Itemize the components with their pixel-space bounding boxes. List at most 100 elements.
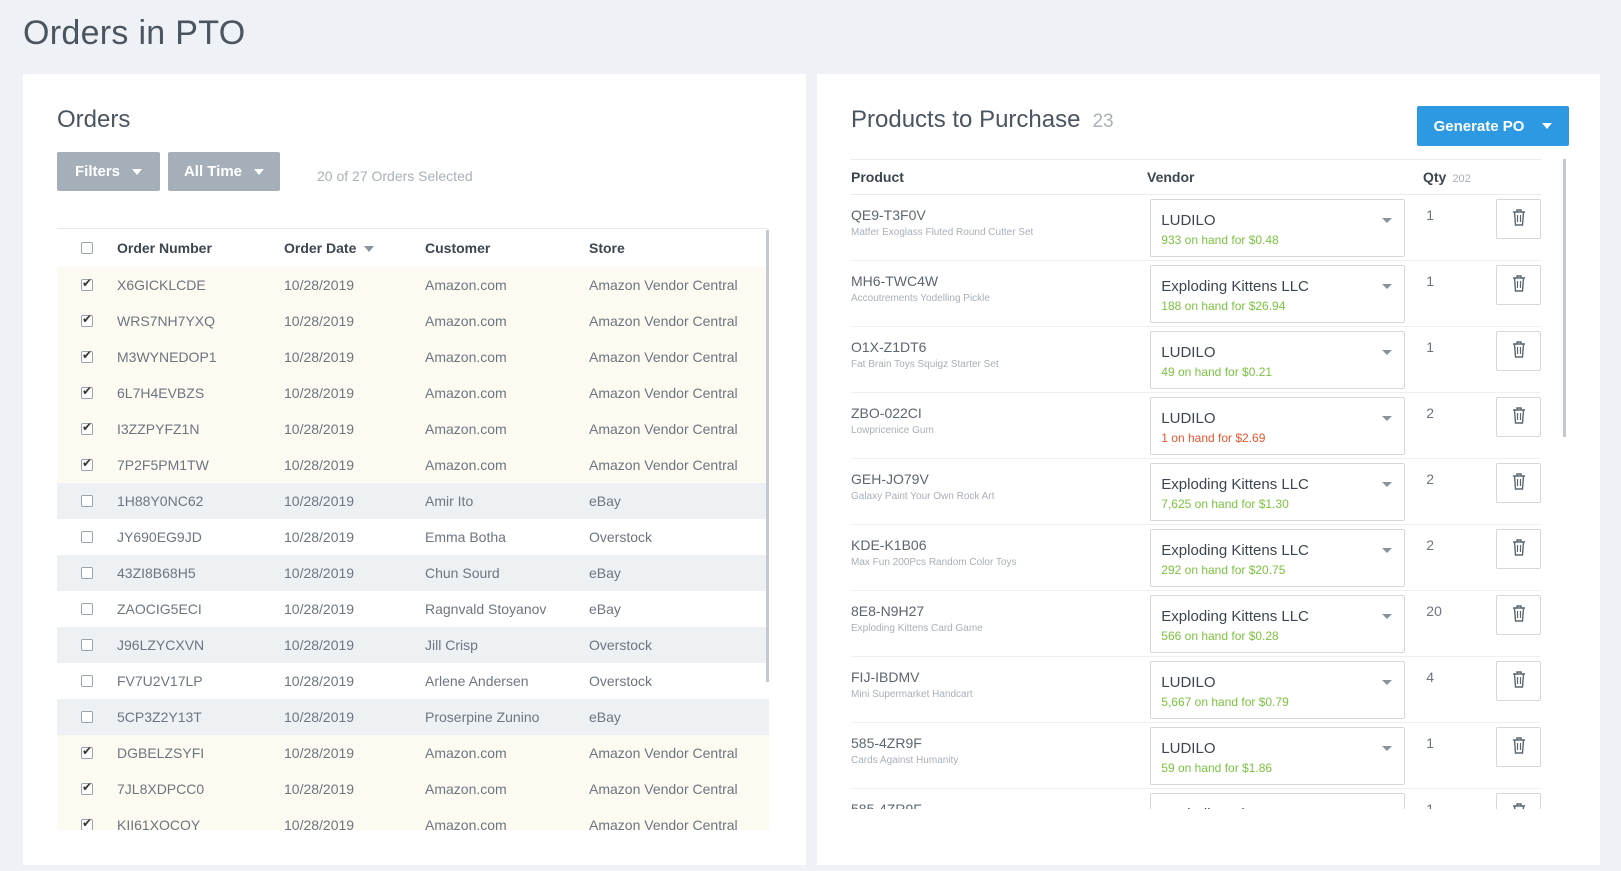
column-order-number[interactable]: Order Number [117,240,284,256]
product-qty[interactable]: 2 [1426,459,1496,524]
table-row[interactable]: J96LZYCXVN 10/28/2019 Jill Crisp Overstock [57,627,769,663]
row-checkbox[interactable] [81,567,93,579]
orders-table-header: Order Number Order Date Customer Store [57,229,769,267]
vendor-select[interactable]: Exploding Kittens LLC 292 on hand for $20… [1150,529,1406,587]
table-row[interactable]: 43ZI8B68H5 10/28/2019 Chun Sourd eBay [57,555,769,591]
product-qty[interactable]: 2 [1426,393,1496,458]
vendor-cell: Exploding Kittens LLC 566 on hand for $0.… [1150,591,1426,656]
vendor-select[interactable]: Exploding Kittens LLC [1150,793,1406,809]
products-scrollbar[interactable] [1563,159,1566,437]
vendor-select[interactable]: LUDILO 49 on hand for $0.21 [1150,331,1406,389]
row-checkbox[interactable] [81,420,93,435]
vendor-select[interactable]: LUDILO 5,667 on hand for $0.79 [1150,661,1406,719]
table-row[interactable]: ZAOCIG5ECI 10/28/2019 Ragnvald Stoyanov eBa… [57,591,769,627]
delete-button[interactable] [1496,595,1541,635]
order-number[interactable]: 7P2F5PM1TW [117,457,284,473]
delete-button[interactable] [1496,265,1541,305]
column-customer[interactable]: Customer [425,240,589,256]
order-number[interactable]: 5CP3Z2Y13T [117,709,284,725]
product-qty[interactable]: 1 [1426,195,1496,260]
table-row[interactable]: DGBELZSYFI10/28/2019 Amazon.com Amazon Ven… [57,735,769,771]
row-checkbox[interactable] [81,780,93,795]
delete-button[interactable] [1496,199,1541,239]
order-number[interactable]: ZAOCIG5ECI [117,601,284,617]
vendor-select[interactable]: Exploding Kittens LLC 188 on hand for $26… [1150,265,1406,323]
time-range-button[interactable]: All Time [168,152,280,191]
table-row[interactable]: 6L7H4EVBZS10/28/2019 Amazon.com Amazon Ven… [57,375,769,411]
row-checkbox[interactable] [81,384,93,399]
table-row[interactable]: KII61XOCOY10/28/2019 Amazon.com Amazon Ven… [57,807,769,830]
order-number[interactable]: WRS7NH7YXQ [117,313,284,329]
table-row[interactable]: X6GICKLCDE10/28/2019 Amazon.com Amazon Ven… [57,267,769,303]
delete-button[interactable] [1496,397,1541,437]
vendor-stock: 292 on hand for $20.75 [1161,563,1286,577]
product-name: Mini Supermarket Handcart [851,689,973,700]
vendor-select[interactable]: LUDILO 1 on hand for $2.69 [1150,397,1406,455]
product-cell: 585-4ZR9F Cards Against Humanity [851,723,1150,788]
product-qty[interactable]: 2 [1426,525,1496,590]
product-qty[interactable]: 20 [1426,591,1496,656]
table-row[interactable]: I3ZZPYFZ1N10/28/2019 Amazon.com Amazon Ven… [57,411,769,447]
product-qty[interactable]: 4 [1426,657,1496,722]
delete-button[interactable] [1496,727,1541,767]
row-checkbox[interactable] [81,456,93,471]
orders-scrollbar[interactable] [766,230,769,682]
vendor-select[interactable]: Exploding Kittens LLC 7,625 on hand for $… [1150,463,1406,521]
row-checkbox[interactable] [81,816,93,830]
row-checkbox[interactable] [81,603,93,615]
row-checkbox[interactable] [81,531,93,543]
order-number[interactable]: 43ZI8B68H5 [117,565,284,581]
column-order-date[interactable]: Order Date [284,240,425,256]
filters-button[interactable]: Filters [57,152,160,191]
delete-button[interactable] [1496,793,1541,809]
table-row[interactable]: 7P2F5PM1TW10/28/2019 Amazon.com Amazon Ven… [57,447,769,483]
order-number[interactable]: DGBELZSYFI [117,745,284,761]
order-number[interactable]: JY690EG9JD [117,529,284,545]
row-checkbox[interactable] [81,312,93,327]
order-customer: Amazon.com [425,817,507,830]
order-number[interactable]: FV7U2V17LP [117,673,284,689]
row-checkbox[interactable] [81,276,93,291]
row-checkbox[interactable] [81,675,93,687]
product-sku: FIJ-IBDMV [851,669,920,685]
vendor-select[interactable]: LUDILO 933 on hand for $0.48 [1150,199,1406,257]
row-checkbox[interactable] [81,711,93,723]
product-sku: GEH-JO79V [851,471,929,487]
vendor-select[interactable]: Exploding Kittens LLC 566 on hand for $0.… [1150,595,1406,653]
table-row[interactable]: JY690EG9JD 10/28/2019 Emma Botha Overstock [57,519,769,555]
row-checkbox[interactable] [81,495,93,507]
order-date: 10/28/2019 [284,745,355,761]
order-store: Overstock [589,529,653,545]
generate-po-button[interactable]: Generate PO [1417,106,1569,146]
table-row[interactable]: 7JL8XDPCC010/28/2019 Amazon.com Amazon Ven… [57,771,769,807]
order-number[interactable]: M3WYNEDOP1 [117,349,284,365]
product-qty[interactable]: 1 [1426,261,1496,326]
row-checkbox[interactable] [81,639,93,651]
select-all-checkbox[interactable] [81,242,93,254]
table-row[interactable]: M3WYNEDOP110/28/2019 Amazon.com Amazon Ven… [57,339,769,375]
table-row[interactable]: FV7U2V17LP 10/28/2019 Arlene Andersen Overs… [57,663,769,699]
vendor-select[interactable]: LUDILO 59 on hand for $1.86 [1150,727,1406,785]
product-row: ZBO-022CI Lowpricenice Gum LUDILO 1 on hand… [851,393,1541,459]
column-store[interactable]: Store [589,240,769,256]
order-number[interactable]: 7JL8XDPCC0 [117,781,284,797]
table-row[interactable]: 5CP3Z2Y13T 10/28/2019 Proserpine Zunino eBa… [57,699,769,735]
product-sku: MH6-TWC4W [851,273,939,289]
order-number[interactable]: J96LZYCXVN [117,637,284,653]
order-number[interactable]: 1H88Y0NC62 [117,493,284,509]
order-number[interactable]: 6L7H4EVBZS [117,385,284,401]
product-qty[interactable]: 1 [1426,723,1496,788]
table-row[interactable]: 1H88Y0NC62 10/28/2019 Amir Ito eBay [57,483,769,519]
product-qty[interactable]: 1 [1426,327,1496,392]
delete-button[interactable] [1496,463,1541,503]
delete-button[interactable] [1496,331,1541,371]
table-row[interactable]: WRS7NH7YXQ10/28/2019 Amazon.com Amazon Ven… [57,303,769,339]
delete-button[interactable] [1496,661,1541,701]
order-number[interactable]: KII61XOCOY [117,817,284,830]
order-number[interactable]: X6GICKLCDE [117,277,284,293]
row-checkbox[interactable] [81,744,93,759]
product-qty[interactable]: 1 [1426,789,1496,809]
row-checkbox[interactable] [81,348,93,363]
order-number[interactable]: I3ZZPYFZ1N [117,421,284,437]
delete-button[interactable] [1496,529,1541,569]
